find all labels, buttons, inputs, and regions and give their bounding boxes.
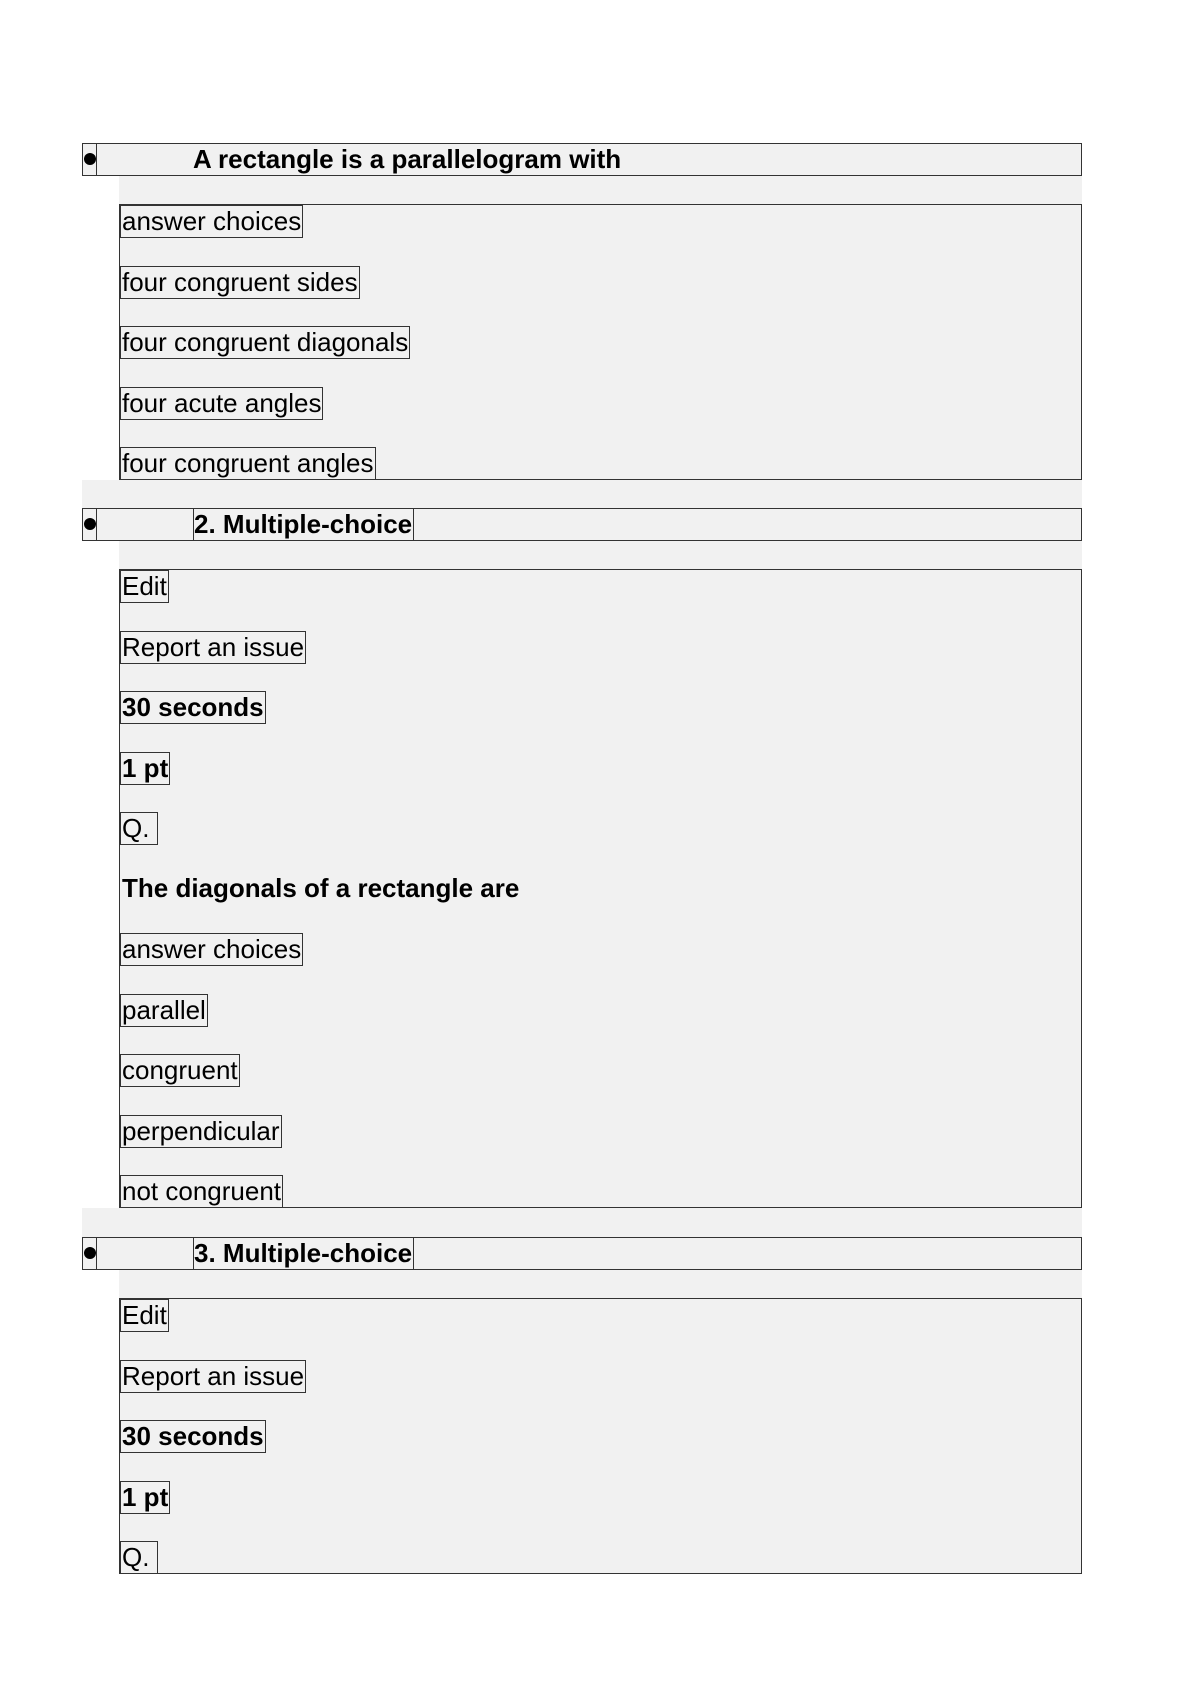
spacer [119, 541, 1082, 569]
answer-choice[interactable]: four congruent sides [120, 266, 360, 299]
question-1-body: answer choices four congruent sides four… [119, 204, 1082, 480]
bullet-box [83, 509, 97, 540]
question-3-body: Edit Report an issue 30 seconds 1 pt Q. [119, 1298, 1082, 1574]
time-limit: 30 seconds [120, 1420, 266, 1453]
bullet-box [83, 1238, 97, 1269]
answer-choice[interactable]: parallel [120, 994, 208, 1027]
bullet-icon [84, 153, 96, 165]
spacer [82, 480, 1082, 508]
question-2-title: 2. Multiple-choice [193, 509, 415, 540]
report-issue-link[interactable]: Report an issue [120, 1360, 307, 1393]
bullet-icon [84, 518, 96, 530]
answer-choice[interactable]: four acute angles [120, 387, 324, 420]
points: 1 pt [120, 1481, 171, 1514]
question-2-body: Edit Report an issue 30 seconds 1 pt Q. … [119, 569, 1082, 1208]
answer-choice[interactable]: four congruent diagonals [120, 326, 411, 359]
question-label: Q. [120, 812, 159, 845]
question-text: The diagonals of a rectangle are [121, 873, 521, 904]
spacer [82, 1208, 1082, 1237]
edit-button[interactable]: Edit [120, 570, 169, 603]
answer-choices-label: answer choices [120, 933, 304, 966]
edit-button[interactable]: Edit [120, 1299, 169, 1332]
bullet-icon [84, 1247, 96, 1259]
report-issue-link[interactable]: Report an issue [120, 631, 307, 664]
time-limit: 30 seconds [120, 691, 266, 724]
points: 1 pt [120, 752, 171, 785]
question-1-header: A rectangle is a parallelogram with [82, 143, 1082, 176]
spacer [119, 176, 1082, 204]
answer-choice[interactable]: four congruent angles [120, 447, 376, 480]
answer-choice[interactable]: not congruent [120, 1175, 284, 1208]
question-3-title: 3. Multiple-choice [193, 1238, 415, 1269]
answer-choices-label: answer choices [120, 205, 304, 238]
question-3-header: 3. Multiple-choice [82, 1237, 1082, 1270]
bullet-box [83, 144, 97, 175]
question-label: Q. [120, 1541, 159, 1574]
answer-choice[interactable]: congruent [120, 1054, 240, 1087]
spacer [119, 1270, 1082, 1298]
answer-choice[interactable]: perpendicular [120, 1115, 282, 1148]
question-1-title: A rectangle is a parallelogram with [193, 144, 622, 174]
question-2-header: 2. Multiple-choice [82, 508, 1082, 541]
